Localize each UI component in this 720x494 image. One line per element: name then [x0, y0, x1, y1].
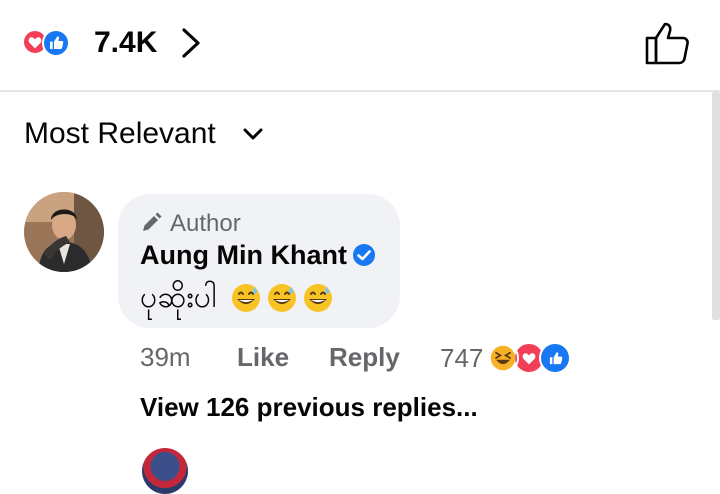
pencil-icon	[140, 212, 162, 234]
reaction-count[interactable]: 7.4K	[94, 26, 157, 60]
author-badge: Author	[170, 210, 241, 237]
comment-text: ပုဆိုးပါ	[140, 280, 334, 316]
grinning-sweat-emoji	[304, 284, 333, 312]
like-outline-icon[interactable]	[643, 20, 691, 66]
avatar[interactable]	[24, 192, 104, 272]
comment-reactions[interactable]: 747	[440, 342, 572, 374]
reply-button[interactable]: Reply	[329, 342, 400, 372]
comment-timestamp: 39m	[140, 342, 191, 372]
like-reaction-icon	[539, 342, 572, 374]
grinning-sweat-emoji	[268, 284, 297, 312]
laughing-reaction-icon	[487, 342, 520, 374]
sort-dropdown-label[interactable]: Most Relevant	[24, 116, 216, 152]
grinning-sweat-emoji	[232, 284, 261, 312]
chevron-right-icon[interactable]	[178, 26, 204, 60]
comment-author-name[interactable]: Aung Min Khant	[140, 240, 347, 270]
verified-badge-icon	[352, 243, 376, 267]
view-previous-replies-link[interactable]: View 126 previous replies...	[140, 392, 478, 422]
divider	[0, 90, 720, 92]
comment-text-body: ပုဆိုးပါ	[140, 281, 217, 314]
like-reaction-icon	[42, 29, 70, 57]
like-button[interactable]: Like	[237, 342, 289, 372]
comment-reaction-count[interactable]: 747	[440, 343, 483, 373]
scrollbar[interactable]	[712, 92, 720, 320]
reply-avatar[interactable]	[142, 448, 188, 494]
chevron-down-icon[interactable]	[242, 120, 264, 148]
